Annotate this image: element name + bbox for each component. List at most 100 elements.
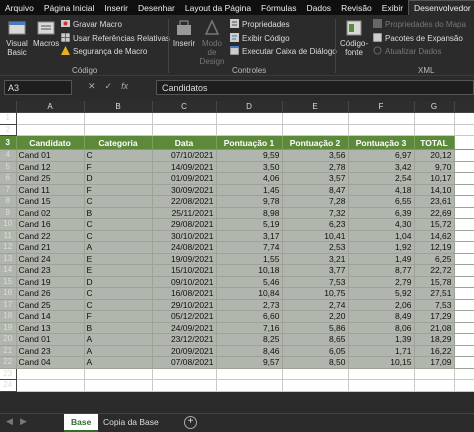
empty-cell[interactable] [348,368,415,380]
table-cell[interactable]: 8,25 [216,333,283,346]
table-cell[interactable]: 10,41 [282,230,349,242]
table-cell[interactable]: 3,17 [216,230,283,242]
worksheet-grid[interactable]: A B C D E F G 1 2 3 Candidato Categoria Data Pontuaçã… [0,101,474,392]
empty-cell[interactable] [152,112,217,125]
row-header[interactable]: 17 [0,299,17,311]
prev-sheet-icon[interactable]: ◀ [6,416,13,427]
table-cell[interactable]: 10,84 [216,287,283,300]
empty-cell[interactable] [454,368,474,380]
table-cell[interactable]: 27,51 [414,287,455,300]
table-cell[interactable]: 6,97 [348,149,415,162]
row-header[interactable]: 15 [0,276,17,288]
table-cell[interactable]: 2,79 [348,276,415,288]
macros-button[interactable]: Macros [33,19,59,48]
table-header-cell[interactable]: Candidato [16,135,85,150]
empty-cell[interactable] [216,124,283,136]
row-header[interactable]: 23 [0,368,17,380]
table-cell[interactable]: 9,57 [216,356,283,369]
row-header[interactable]: 18 [0,310,17,323]
table-cell[interactable]: Cand 15 [16,195,85,208]
empty-cell[interactable] [454,218,474,231]
seguranca-macro-button[interactable]: Segurança de Macro [61,46,147,57]
empty-cell[interactable] [16,124,85,136]
table-cell[interactable]: Cand 24 [16,253,85,265]
table-cell[interactable]: 12,19 [414,241,455,254]
table-cell[interactable]: 7,53 [414,299,455,311]
empty-cell[interactable] [454,124,474,136]
table-cell[interactable]: 24/08/2021 [152,241,217,254]
table-cell[interactable]: 8,46 [216,345,283,357]
empty-cell[interactable] [454,287,474,300]
empty-cell[interactable] [282,368,349,380]
empty-cell[interactable] [454,161,474,173]
table-cell[interactable]: 2,20 [282,310,349,323]
table-cell[interactable]: 6,25 [414,253,455,265]
table-header-cell[interactable]: Categoria [84,135,153,150]
table-cell[interactable]: 07/08/2021 [152,356,217,369]
empty-cell[interactable] [16,112,85,125]
row-header[interactable]: 1 [0,112,17,125]
table-cell[interactable]: 7,32 [282,207,349,219]
empty-cell[interactable] [152,368,217,380]
table-cell[interactable]: 7,74 [216,241,283,254]
empty-cell[interactable] [282,379,349,392]
row-header[interactable]: 10 [0,218,17,231]
row-header[interactable]: 3 [0,135,17,150]
column-header[interactable]: E [282,101,349,113]
empty-cell[interactable] [152,379,217,392]
empty-cell[interactable] [454,149,474,162]
table-cell[interactable]: C [84,230,153,242]
menu-arquivo[interactable]: Arquivo [0,3,39,13]
table-header-cell[interactable]: Pontuação 2 [282,135,349,150]
table-cell[interactable]: 4,06 [216,172,283,185]
table-cell[interactable]: 15/10/2021 [152,264,217,277]
table-cell[interactable]: E [84,264,153,277]
empty-cell[interactable] [454,230,474,242]
table-cell[interactable]: 25/11/2021 [152,207,217,219]
row-header[interactable]: 21 [0,345,17,357]
empty-cell[interactable] [414,112,455,125]
table-cell[interactable]: A [84,345,153,357]
table-cell[interactable]: 1,49 [348,253,415,265]
table-cell[interactable]: 22,72 [414,264,455,277]
table-cell[interactable]: 1,45 [216,184,283,196]
table-cell[interactable]: 6,23 [282,218,349,231]
table-cell[interactable]: 1,04 [348,230,415,242]
empty-cell[interactable] [216,379,283,392]
atualizar-dados-button[interactable]: Atualizar Dados [373,46,441,57]
column-header[interactable] [454,101,474,113]
row-header[interactable]: 4 [0,149,17,162]
table-cell[interactable]: 14,10 [414,184,455,196]
table-cell[interactable]: 9,70 [414,161,455,173]
table-cell[interactable]: Cand 16 [16,218,85,231]
table-cell[interactable]: 2,54 [348,172,415,185]
empty-cell[interactable] [454,184,474,196]
table-cell[interactable]: 18,29 [414,333,455,346]
table-cell[interactable]: 10,18 [216,264,283,277]
table-cell[interactable]: 8,77 [348,264,415,277]
empty-cell[interactable] [414,124,455,136]
empty-cell[interactable] [454,379,474,392]
table-cell[interactable]: 3,56 [282,149,349,162]
empty-cell[interactable] [454,241,474,254]
table-cell[interactable]: 7,16 [216,322,283,334]
table-cell[interactable]: 8,50 [282,356,349,369]
table-cell[interactable]: Cand 23 [16,345,85,357]
table-cell[interactable]: 07/10/2021 [152,149,217,162]
table-cell[interactable]: B [84,207,153,219]
table-cell[interactable]: B [84,322,153,334]
table-cell[interactable]: 2,74 [282,299,349,311]
empty-cell[interactable] [16,379,85,392]
empty-cell[interactable] [454,345,474,357]
table-cell[interactable]: 29/10/2021 [152,299,217,311]
menu-layout[interactable]: Layout da Página [180,3,256,13]
row-header[interactable]: 24 [0,379,17,392]
menu-exibir[interactable]: Exibir [377,3,408,13]
empty-cell[interactable] [414,368,455,380]
empty-cell[interactable] [216,112,283,125]
table-cell[interactable]: 14/09/2021 [152,161,217,173]
table-cell[interactable]: 3,77 [282,264,349,277]
table-cell[interactable]: D [84,172,153,185]
row-header[interactable]: 5 [0,161,17,173]
table-cell[interactable]: 30/09/2021 [152,184,217,196]
